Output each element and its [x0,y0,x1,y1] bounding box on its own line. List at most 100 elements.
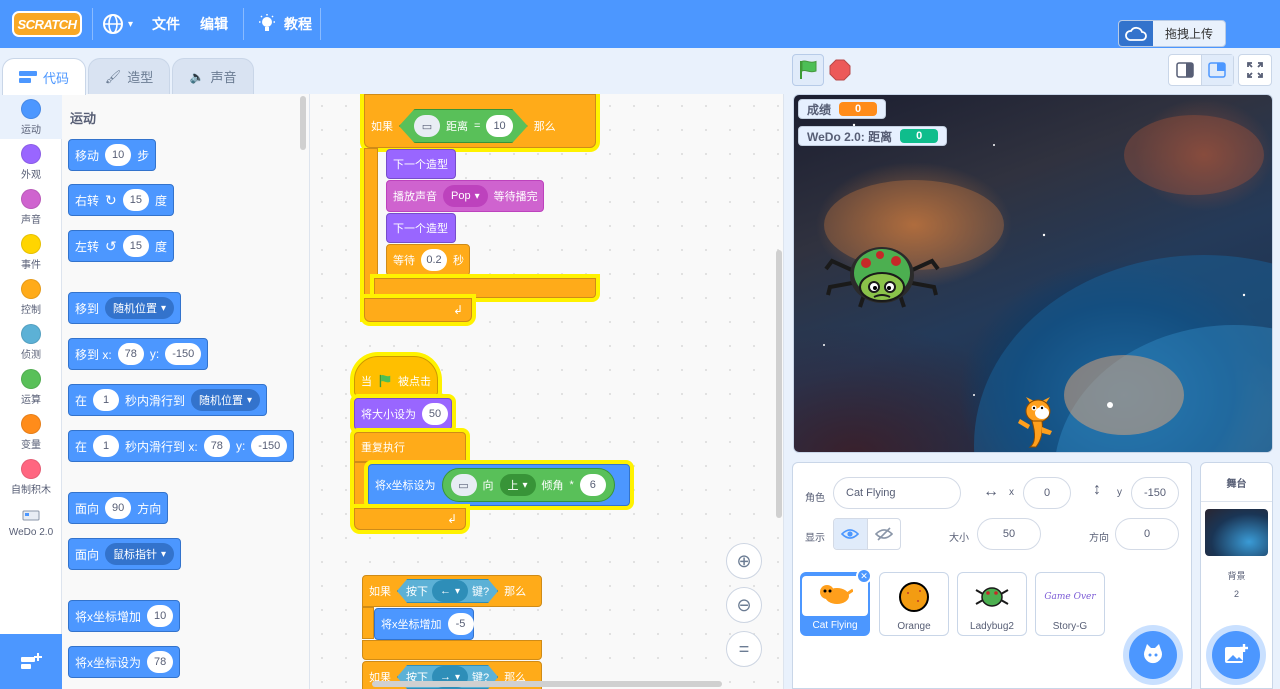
tutorials-menu[interactable]: 教程 [258,0,312,48]
edit-menu[interactable]: 编辑 [200,0,228,48]
delete-sprite-icon[interactable]: ✕ [856,568,872,584]
change-x-input[interactable]: 10 [147,605,174,627]
set-size-block[interactable]: 将大小设为 50 [354,398,452,430]
tab-sounds[interactable]: 🔈 声音 [172,58,254,94]
play-sound-block[interactable]: 播放声音 Pop 等待播完 [386,180,544,212]
direction-input[interactable]: 0 [1115,518,1179,550]
category-operators[interactable]: 运算 [0,364,62,409]
tab-costumes[interactable]: 🖌 造型 [88,58,170,94]
next-costume-block[interactable]: 下一个造型 [386,149,456,179]
seconds-input[interactable]: 1 [93,435,120,457]
change-x-block[interactable]: 将x坐标增加 -5 [374,608,474,640]
category-sensing[interactable]: 侦测 [0,319,62,364]
show-sprite-button[interactable] [834,519,867,549]
if-left-key-block[interactable]: 如果 按下 ← 键? 那么 [362,575,542,607]
size-input[interactable]: 50 [422,403,448,425]
zoom-reset-button[interactable]: = [726,631,762,667]
sprite-thumb-cat-flying[interactable]: Cat Flying ✕ [800,568,872,636]
category-wedo[interactable]: WeDo 2.0 [0,501,62,546]
block-change-x[interactable]: 将x坐标增加 10 [68,600,181,632]
sprite-thumb-orange[interactable]: Orange [879,572,949,636]
degrees-input[interactable]: 15 [122,235,149,257]
small-stage-button[interactable] [1169,55,1201,85]
distance-input[interactable]: 10 [486,115,513,137]
fullscreen-button[interactable] [1238,54,1272,86]
file-menu[interactable]: 文件 [152,0,180,48]
y-input[interactable]: -150 [165,343,202,365]
category-events[interactable]: 事件 [0,229,62,274]
wait-input[interactable]: 0.2 [421,249,447,271]
set-x-tilt-block[interactable]: 将x坐标设为 ▭ 向 上 倾角 * 6 [368,464,630,506]
workspace-vertical-scrollbar[interactable] [776,250,782,518]
towards-dropdown[interactable]: 鼠标指针 [105,543,175,565]
scratch-logo[interactable]: SCRATCH [12,11,82,37]
add-sprite-button[interactable] [1129,631,1177,679]
sprite-name-input[interactable]: Cat Flying [833,477,961,509]
block-point-direction[interactable]: 面向 90 方向 [68,492,169,524]
x-input[interactable]: 0 [1023,477,1071,509]
category-control[interactable]: 控制 [0,274,62,319]
green-flag-button[interactable] [792,54,824,86]
multiplier-input[interactable]: 6 [579,474,606,496]
x-input[interactable]: 78 [117,343,144,365]
backdrop-thumbnail[interactable] [1205,509,1268,556]
stop-button[interactable] [828,58,852,82]
script-workspace[interactable]: 如果 ▭ 距离 = 10 那么 下一个造型 播放声音 Pop 等待播完 下一个造… [310,94,784,689]
glide-target-dropdown[interactable]: 随机位置 [191,389,261,411]
block-move-steps[interactable]: 移动 10 步 [68,139,157,171]
sprite-thumb-ladybug2[interactable]: Ladybug2 [957,572,1027,636]
hide-sprite-button[interactable] [866,519,901,549]
zoom-out-button[interactable]: ⊖ [726,587,762,623]
workspace-horizontal-scrollbar[interactable] [372,681,722,687]
wait-block[interactable]: 等待 0.2 秒 [386,244,470,276]
next-costume-block[interactable]: 下一个造型 [386,213,456,243]
add-extension-button[interactable] [0,634,62,689]
multiply-operator[interactable]: ▭ 向 上 倾角 * 6 [441,468,615,502]
sprite-thumb-story-g[interactable]: Game Over Story-G [1035,572,1105,636]
block-point-towards[interactable]: 面向 鼠标指针 [68,538,182,570]
if-block[interactable]: 如果 ▭ 距离 = 10 那么 [364,94,596,148]
score-monitor[interactable]: 成绩 0 [798,99,887,119]
category-looks[interactable]: 外观 [0,139,62,184]
y-input[interactable]: -150 [251,435,288,457]
stage-canvas[interactable]: 成绩 0 WeDo 2.0: 距离 0 [793,94,1273,453]
sound-dropdown[interactable]: Pop [443,185,488,207]
degrees-input[interactable]: 15 [122,189,149,211]
seconds-input[interactable]: 1 [93,389,120,411]
block-turn-left[interactable]: 左转 ↺ 15 度 [68,230,175,262]
category-my-blocks[interactable]: 自制积木 [0,454,62,499]
set-x-input[interactable]: 78 [147,651,174,673]
zoom-in-button[interactable]: ⊕ [726,543,762,579]
block-glide-xy[interactable]: 在 1 秒内滑行到 x: 78 y: -150 [68,430,295,462]
goto-target-dropdown[interactable]: 随机位置 [105,297,175,319]
tab-code[interactable]: 代码 [2,58,86,95]
cat-flying-sprite[interactable] [1016,397,1056,449]
category-sound[interactable]: 声音 [0,184,62,229]
direction-input[interactable]: 90 [105,497,132,519]
large-stage-button[interactable] [1200,55,1233,85]
when-flag-clicked-block[interactable]: 当 被点击 [354,356,438,396]
category-variables[interactable]: 变量 [0,409,62,454]
x-input[interactable]: 78 [203,435,230,457]
language-menu[interactable]: ▾ [102,0,133,48]
block-turn-right[interactable]: 右转 ↻ 15 度 [68,184,175,216]
tilt-direction-dropdown[interactable]: 上 [499,474,536,496]
block-glide-random[interactable]: 在 1 秒内滑行到 随机位置 [68,384,268,416]
equals-operator[interactable]: ▭ 距离 = 10 [399,109,528,143]
key-pressed-sensor[interactable]: 按下 ← 键? [397,579,499,603]
category-motion[interactable]: 运动 [0,94,62,139]
wedo-distance-monitor[interactable]: WeDo 2.0: 距离 0 [798,126,948,146]
change-x-input[interactable]: -5 [447,613,474,635]
forever-block[interactable]: 重复执行 [354,432,466,462]
steps-input[interactable]: 10 [105,144,132,166]
palette-scrollbar[interactable] [300,96,306,150]
y-input[interactable]: -150 [1131,477,1179,509]
block-goto-xy[interactable]: 移到 x: 78 y: -150 [68,338,209,370]
ladybug-sprite[interactable] [824,243,940,309]
block-goto[interactable]: 移到 随机位置 [68,292,182,324]
upload-button[interactable]: 拖拽上传 [1118,20,1226,47]
block-set-x[interactable]: 将x坐标设为 78 [68,646,181,678]
add-backdrop-button[interactable] [1212,631,1260,679]
size-input[interactable]: 50 [977,518,1041,550]
key-dropdown[interactable]: ← [432,580,469,602]
